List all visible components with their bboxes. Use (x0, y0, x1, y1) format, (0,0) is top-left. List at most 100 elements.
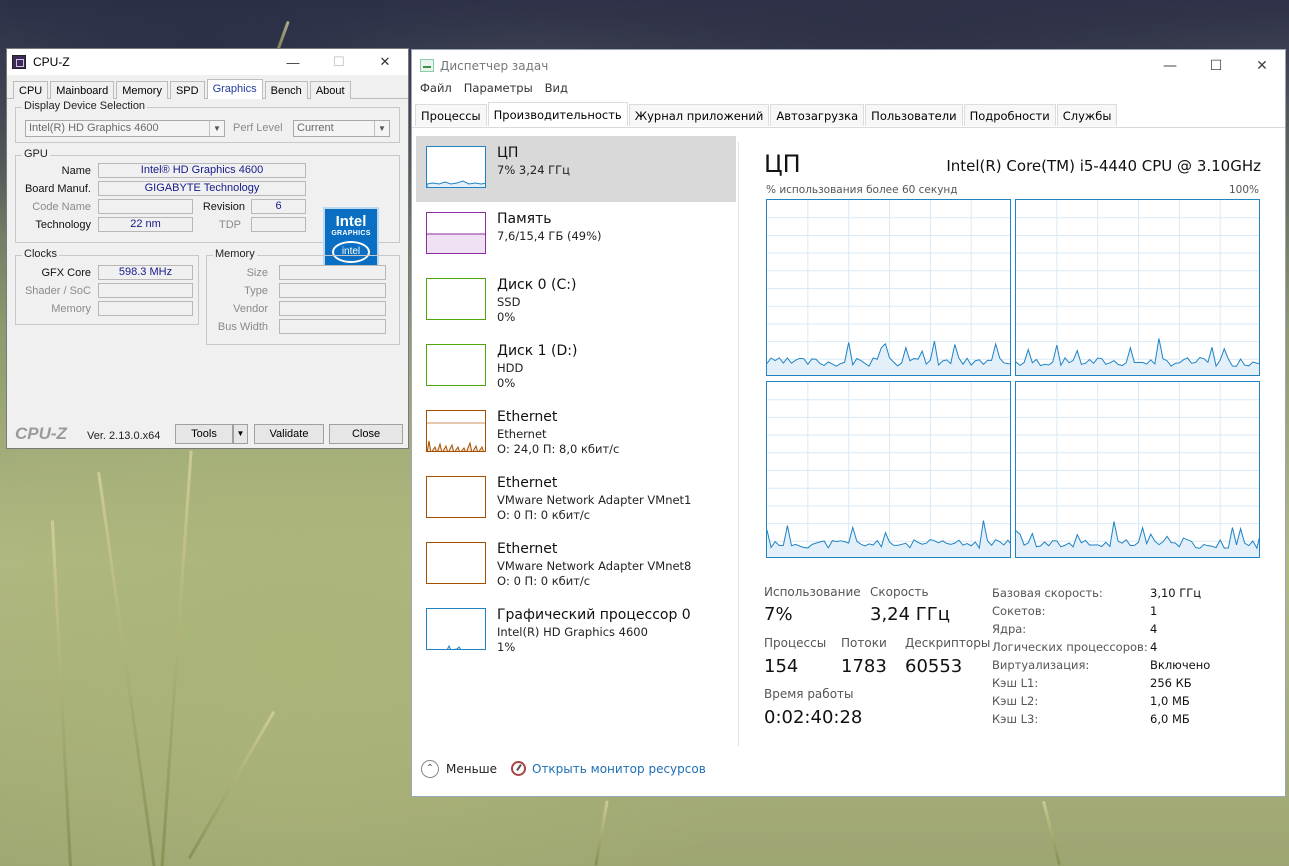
l2-cache-label: Кэш L2: (992, 694, 1039, 708)
l3-cache-label: Кэш L3: (992, 712, 1039, 726)
technology-label: Technology (35, 219, 91, 231)
sockets-value: 1 (1150, 604, 1158, 618)
tab-about[interactable]: About (309, 81, 351, 99)
tab-performance[interactable]: Производительность (487, 102, 628, 126)
vmnet8-thumbnail-graph (426, 542, 486, 584)
disk1-thumbnail-graph (426, 344, 486, 386)
threads-label: Потоки (841, 636, 887, 650)
tab-users[interactable]: Пользователи (865, 104, 963, 126)
gpu-name-value: Intel® HD Graphics 4600 (98, 163, 306, 178)
validate-button[interactable]: Validate (254, 424, 324, 444)
clocks-group-title: Clocks (22, 248, 60, 260)
shader-soc-label: Shader / SoC (24, 285, 91, 297)
board-manuf-value: GIGABYTE Technology (98, 181, 306, 196)
resource-monitor-icon[interactable] (511, 761, 526, 776)
gpu-thumbnail-graph (426, 608, 486, 650)
tab-bench[interactable]: Bench (264, 81, 308, 99)
menu-file[interactable]: Файл (420, 81, 452, 101)
sidebar-item-disk0[interactable]: Диск 0 (C:) SSD 0% (416, 268, 736, 334)
gfx-core-value: 598.3 MHz (98, 265, 193, 280)
sidebar-gpu-name: Графический процессор 0 (497, 607, 691, 623)
threads-value: 1783 (841, 656, 887, 677)
tools-dropdown-icon[interactable]: ▼ (233, 424, 248, 444)
tab-details[interactable]: Подробности (963, 104, 1056, 126)
logical-processors-label: Логических процессоров: (992, 640, 1148, 654)
fewer-details-button[interactable]: Меньше (446, 762, 497, 776)
pane-divider[interactable] (738, 142, 739, 746)
virtualization-value: Включено (1150, 658, 1211, 672)
tab-mainboard[interactable]: Mainboard (50, 81, 115, 99)
sidebar-memory-name: Память (497, 211, 552, 227)
sidebar-item-disk1[interactable]: Диск 1 (D:) HDD 0% (416, 334, 736, 400)
close-icon[interactable]: ✕ (362, 54, 408, 70)
tab-services[interactable]: Службы (1056, 104, 1118, 126)
performance-sidebar: ЦП 7% 3,24 ГГц Память 7,6/15,4 ГБ (49%) … (416, 136, 736, 664)
sidebar-item-cpu[interactable]: ЦП 7% 3,24 ГГц (416, 136, 736, 202)
uptime-label: Время работы (764, 687, 854, 701)
minimize-icon[interactable]: — (1147, 58, 1193, 74)
minimize-icon[interactable]: — (270, 55, 316, 70)
grass-stalk (1042, 800, 1061, 866)
l1-cache-value: 256 КБ (1150, 676, 1192, 690)
handles-value: 60553 (905, 656, 963, 677)
sidebar-vmnet1-name: Ethernet (497, 475, 558, 491)
grass-stalk (187, 710, 276, 860)
tab-spd[interactable]: SPD (169, 81, 205, 99)
sidebar-ethernet-sub: Ethernet (497, 427, 547, 441)
sidebar-memory-sub: 7,6/15,4 ГБ (49%) (497, 229, 602, 243)
sidebar-item-gpu[interactable]: Графический процессор 0 Intel(R) HD Grap… (416, 598, 736, 664)
l1-cache-label: Кэш L1: (992, 676, 1039, 690)
grass-stalk (160, 450, 193, 866)
usage-value: 7% (764, 604, 793, 625)
chevron-up-icon[interactable]: ⌃ (421, 760, 439, 778)
taskmgr-window: Диспетчер задач — ☐ ✕ Файл Параметры Вид… (411, 49, 1286, 797)
gfx-core-label: GFX Core (41, 267, 91, 279)
tab-processes[interactable]: Процессы (415, 104, 487, 126)
tab-startup[interactable]: Автозагрузка (770, 104, 865, 126)
sidebar-item-vmnet1[interactable]: Ethernet VMware Network Adapter VMnet1 О… (416, 466, 736, 532)
menu-options[interactable]: Параметры (464, 81, 533, 101)
cpuz-titlebar[interactable]: CPU-Z — ☐ ✕ (7, 49, 408, 75)
sidebar-item-vmnet8[interactable]: Ethernet VMware Network Adapter VMnet8 О… (416, 532, 736, 598)
close-icon[interactable]: ✕ (1239, 58, 1285, 74)
processes-label: Процессы (764, 636, 827, 650)
sidebar-cpu-name: ЦП (497, 145, 519, 161)
cpu-core-graph-1 (766, 199, 1011, 376)
code-name-value (98, 199, 193, 214)
taskmgr-app-icon (420, 59, 434, 72)
taskmgr-titlebar[interactable]: Диспетчер задач — ☐ ✕ (412, 50, 1285, 81)
graph-axis-label: % использования более 60 секунд (766, 184, 958, 196)
clock-memory-label: Memory (51, 303, 91, 315)
tab-memory[interactable]: Memory (116, 81, 168, 99)
gpu-name-label: Name (61, 165, 91, 177)
cpuz-window: CPU-Z — ☐ ✕ CPU Mainboard Memory SPD Gra… (6, 48, 409, 449)
cpuz-tabs: CPU Mainboard Memory SPD Graphics Bench … (7, 75, 408, 99)
menu-view[interactable]: Вид (545, 81, 568, 101)
l3-cache-value: 6,0 МБ (1150, 712, 1190, 726)
mem-vendor-value (279, 301, 386, 316)
tools-button[interactable]: Tools (175, 424, 233, 444)
usage-label: Использование (764, 585, 861, 599)
speed-label: Скорость (870, 585, 929, 599)
tab-app-history[interactable]: Журнал приложений (628, 104, 770, 126)
maximize-icon: ☐ (333, 54, 345, 69)
mem-type-label: Type (244, 285, 268, 297)
display-device-select[interactable]: Intel(R) HD Graphics 4600 ▼ (25, 120, 225, 137)
cpuz-brand: CPU-Z (15, 424, 67, 443)
close-button[interactable]: Close (329, 424, 403, 444)
taskmgr-tabs: Процессы Производительность Журнал прило… (412, 102, 1285, 128)
cpu-title: ЦП (764, 150, 801, 178)
logical-processors-value: 4 (1150, 640, 1158, 654)
cores-value: 4 (1150, 622, 1158, 636)
sidebar-item-ethernet[interactable]: Ethernet Ethernet О: 24,0 П: 8,0 кбит/с (416, 400, 736, 466)
cpuz-title: CPU-Z (33, 55, 70, 69)
cpuz-version: Ver. 2.13.0.x64 (87, 430, 161, 442)
tab-graphics[interactable]: Graphics (206, 79, 263, 99)
sidebar-disk0-name: Диск 0 (C:) (497, 277, 577, 293)
vmnet1-thumbnail-graph (426, 476, 486, 518)
maximize-icon[interactable]: ☐ (1193, 58, 1239, 74)
sidebar-item-memory[interactable]: Память 7,6/15,4 ГБ (49%) (416, 202, 736, 268)
open-resource-monitor-link[interactable]: Открыть монитор ресурсов (532, 762, 706, 776)
perf-level-select[interactable]: Current ▼ (293, 120, 390, 137)
tab-cpu[interactable]: CPU (13, 81, 49, 99)
